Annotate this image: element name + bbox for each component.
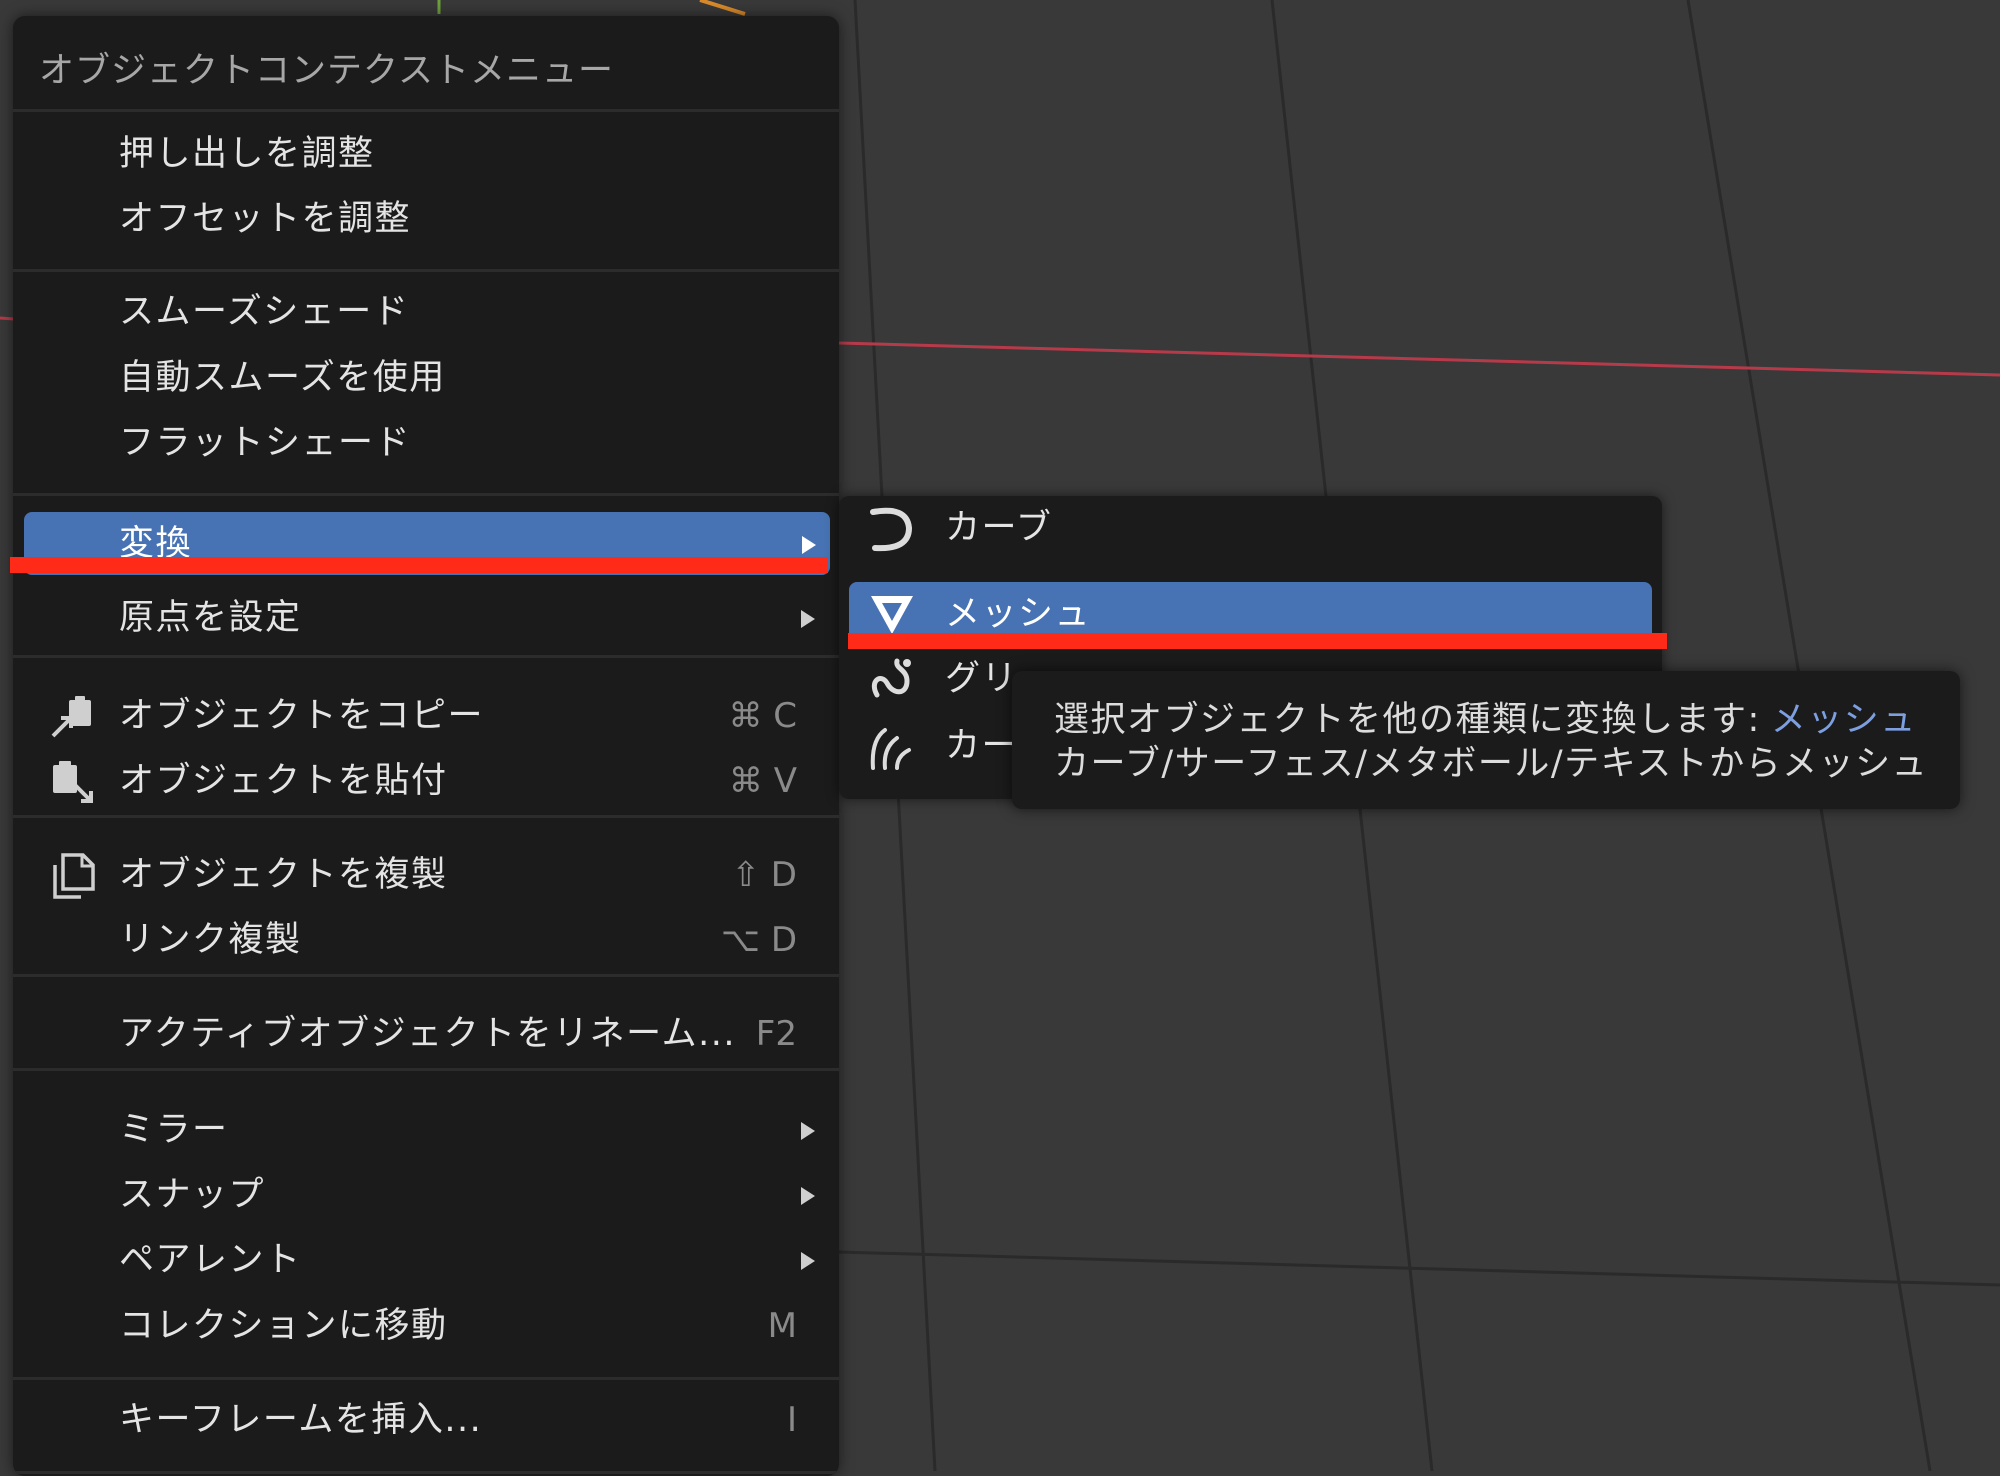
submenu-item-label: カーブ — [945, 508, 1053, 548]
menu-item-shade-flat[interactable]: フラットシェード — [13, 411, 839, 475]
menu-title: オブジェクトコンテクストメニュー — [39, 51, 614, 91]
menu-item-shortcut: ⌘ C — [728, 696, 797, 736]
menu-item-shortcut: M — [767, 1306, 797, 1346]
submenu-item-curve[interactable]: カーブ — [839, 496, 1662, 560]
menu-item-label: 押し出しを調整 — [119, 134, 375, 174]
menu-item-set-origin[interactable]: 原点を設定 — [13, 586, 839, 650]
grid-line — [838, 1250, 2000, 1287]
submenu-arrow-icon — [801, 1252, 815, 1270]
menu-item-shortcut: ⇧ D — [731, 855, 797, 895]
menu-item-rename-active[interactable]: アクティブオブジェクトをリネーム... F2 — [13, 1002, 839, 1066]
menu-item-label: ペアレント — [119, 1240, 302, 1280]
paste-object-icon — [49, 759, 99, 805]
grease-pencil-icon — [867, 655, 919, 705]
menu-item-parent[interactable]: ペアレント — [13, 1228, 839, 1292]
menu-item-shortcut: ⌘ V — [728, 761, 797, 801]
menu-item-label: 原点を設定 — [119, 598, 302, 638]
menu-item-label: スムーズシェード — [119, 292, 410, 332]
menu-separator — [13, 655, 839, 658]
annotation-underline-mesh — [848, 633, 1667, 649]
menu-item-label: オフセットを調整 — [119, 199, 412, 239]
menu-item-duplicate-linked[interactable]: リンク複製 ⌥ D — [13, 908, 839, 972]
menu-item-shortcut: F2 — [755, 1014, 797, 1054]
gizmo-stub — [699, 0, 746, 16]
menu-item-shortcut: ⌥ D — [720, 920, 797, 960]
menu-item-label: コレクションに移動 — [119, 1306, 448, 1346]
menu-separator — [13, 493, 839, 496]
menu-item-label: キーフレームを挿入... — [119, 1400, 483, 1440]
annotation-underline-convert — [10, 557, 828, 573]
menu-item-adjust-offset[interactable]: オフセットを調整 — [13, 187, 839, 251]
submenu-arrow-icon — [801, 1122, 815, 1140]
menu-item-insert-keyframe[interactable]: キーフレームを挿入... I — [13, 1388, 839, 1452]
tooltip-target-type: メッシュ — [1770, 700, 1917, 740]
menu-item-snap[interactable]: スナップ — [13, 1163, 839, 1227]
submenu-arrow-icon — [801, 610, 815, 628]
tooltip-description: 選択オブジェクトを他の種類に変換します: — [1054, 700, 1761, 740]
menu-item-auto-smooth[interactable]: 自動スムーズを使用 — [13, 346, 839, 410]
menu-separator — [13, 815, 839, 818]
convert-mesh-tooltip: 選択オブジェクトを他の種類に変換します: メッシュ カーブ/サーフェス/メタボール… — [1012, 671, 1960, 809]
submenu-item-label: グリ — [945, 659, 1019, 699]
menu-item-paste-objects[interactable]: オブジェクトを貼付 ⌘ V — [13, 749, 839, 813]
menu-item-label: スナップ — [119, 1175, 266, 1215]
menu-item-label: アクティブオブジェクトをリネーム... — [119, 1014, 736, 1054]
object-context-menu: オブジェクトコンテクストメニュー 押し出しを調整 オフセットを調整 スムーズシェ… — [13, 16, 839, 1476]
x-axis-line-left — [0, 316, 15, 321]
menu-separator — [13, 974, 839, 977]
tooltip-line-2: カーブ/サーフェス/メタボール/テキストからメッシュ — [1054, 744, 1929, 784]
curves-icon — [867, 722, 919, 772]
menu-separator — [13, 269, 839, 272]
menu-separator — [13, 1471, 839, 1474]
menu-separator — [13, 109, 839, 112]
submenu-arrow-icon — [801, 1187, 815, 1205]
menu-item-mirror[interactable]: ミラー — [13, 1098, 839, 1162]
submenu-item-label: カー — [945, 726, 1019, 766]
menu-separator — [13, 1068, 839, 1071]
x-axis-line — [838, 341, 2000, 377]
curve-icon — [867, 504, 919, 554]
menu-item-label: ミラー — [119, 1110, 229, 1150]
menu-item-duplicate-objects[interactable]: オブジェクトを複製 ⇧ D — [13, 843, 839, 907]
menu-item-shortcut: I — [786, 1400, 797, 1440]
menu-item-label: 自動スムーズを使用 — [119, 358, 446, 398]
menu-separator — [13, 1377, 839, 1380]
menu-item-copy-objects[interactable]: オブジェクトをコピー ⌘ C — [13, 684, 839, 748]
tooltip-line-1: 選択オブジェクトを他の種類に変換します: メッシュ — [1054, 703, 1917, 738]
menu-item-move-to-collection[interactable]: コレクションに移動 M — [13, 1294, 839, 1358]
menu-item-label: オブジェクトを貼付 — [119, 761, 448, 801]
menu-item-label: オブジェクトをコピー — [119, 696, 485, 736]
submenu-arrow-icon — [802, 536, 816, 554]
menu-item-label: リンク複製 — [119, 920, 302, 960]
menu-item-label: オブジェクトを複製 — [119, 855, 448, 895]
duplicate-icon — [49, 853, 99, 899]
copy-object-icon — [49, 694, 99, 740]
menu-item-label: フラットシェード — [119, 423, 412, 463]
menu-item-shade-smooth[interactable]: スムーズシェード — [13, 280, 839, 344]
menu-item-adjust-extrusion[interactable]: 押し出しを調整 — [13, 122, 839, 186]
